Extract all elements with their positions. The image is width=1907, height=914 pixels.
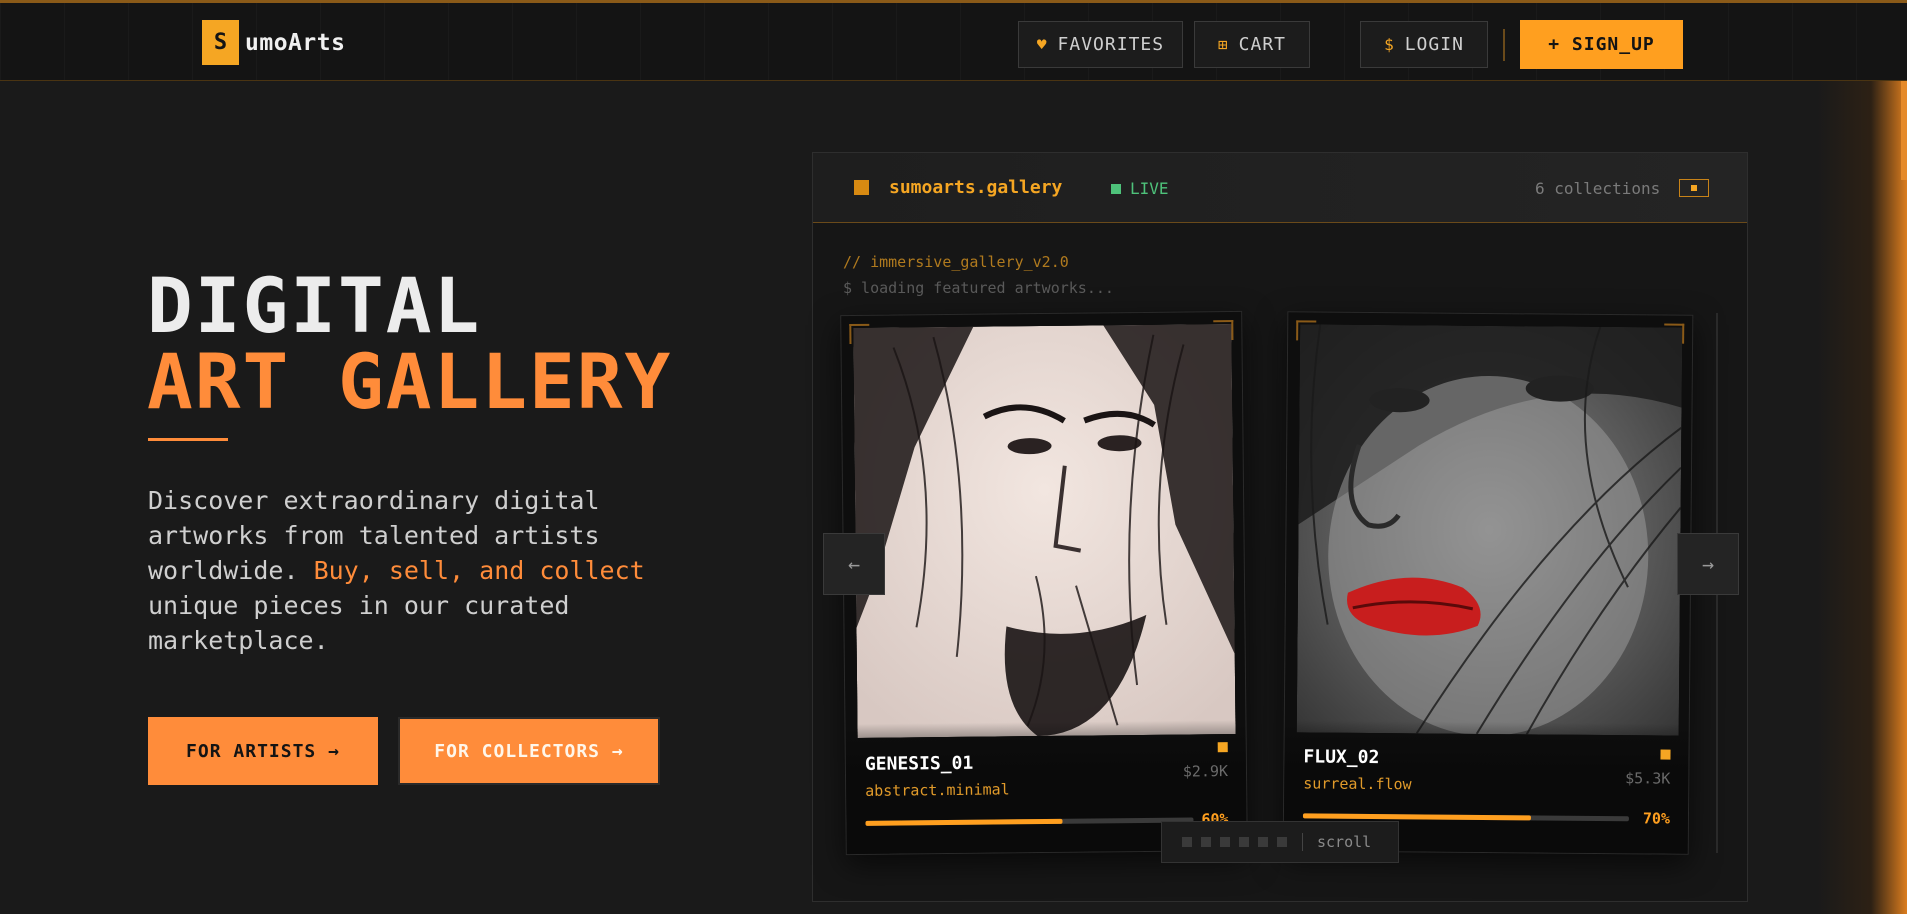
gallery-panel: sumoarts.gallery LIVE 6 collections // i… <box>812 152 1748 902</box>
next-arrow-button[interactable]: → <box>1677 533 1739 595</box>
favorites-button[interactable]: ♥ FAVORITES <box>1018 21 1183 68</box>
card-progress-fill <box>865 818 1063 826</box>
cart-button[interactable]: ⊞ CART <box>1194 21 1310 68</box>
hero-title: DIGITAL ART GALLERY <box>147 268 672 420</box>
hero-divider <box>148 438 228 441</box>
card-style: abstract.minimal <box>865 780 1010 800</box>
artwork-image-genesis <box>853 324 1236 738</box>
arrow-left-icon: ← <box>847 552 861 576</box>
card-title: FLUX_02 <box>1303 746 1380 769</box>
live-label: LIVE <box>1130 179 1169 198</box>
frame-corner <box>1664 323 1685 344</box>
for-collectors-button[interactable]: FOR COLLECTORS → <box>398 717 660 785</box>
pager-dot[interactable] <box>1239 837 1249 847</box>
card-price: $5.3K <box>1625 769 1671 788</box>
right-edge-glow <box>1817 0 1907 914</box>
artwork-card[interactable]: GENESIS_01 abstract.minimal $2.9K 60% <box>840 310 1248 856</box>
pager-dot[interactable] <box>1258 837 1268 847</box>
arrow-right-icon: → <box>1701 552 1715 576</box>
pager-dot[interactable] <box>1277 837 1287 847</box>
gallery-square-icon <box>854 180 869 195</box>
pager-label: scroll <box>1317 833 1372 851</box>
live-badge: LIVE <box>1111 179 1169 198</box>
logo-mark: S <box>202 20 239 65</box>
carousel-pager: scroll <box>1161 821 1399 863</box>
cart-label: CART <box>1238 34 1286 55</box>
hero-description: Discover extraordinary digital artworks … <box>148 483 678 658</box>
pager-dot[interactable] <box>1182 837 1192 847</box>
card-progress-label: 70% <box>1642 809 1671 828</box>
heart-icon: ♥ <box>1036 35 1048 54</box>
hero-title-line1: DIGITAL <box>147 261 482 350</box>
pager-dot[interactable] <box>1201 837 1211 847</box>
status-dot-icon <box>1217 742 1228 753</box>
collections-count: 6 collections <box>1535 179 1661 198</box>
code-comment: // immersive_gallery_v2.0 <box>843 253 1069 271</box>
login-label: LOGIN <box>1404 34 1464 55</box>
view-toggle-icon[interactable] <box>1679 179 1709 197</box>
logo-text: umoArts <box>245 29 346 56</box>
frame-corner <box>1213 320 1234 341</box>
card-progress-bar <box>865 817 1194 826</box>
card-style: surreal.flow <box>1303 774 1412 794</box>
hero-desc-highlight: Buy, sell, and collect <box>313 556 645 585</box>
live-dot-icon <box>1111 183 1121 194</box>
status-dot-icon <box>1660 749 1671 760</box>
pager-dot[interactable] <box>1220 837 1230 847</box>
card-price: $2.9K <box>1182 762 1229 781</box>
prev-arrow-button[interactable]: ← <box>823 533 885 595</box>
card-title: GENESIS_01 <box>864 752 974 775</box>
hero-desc-part2: unique pieces in our curated marketplace… <box>148 591 570 655</box>
top-navbar: S umoArts ♥ FAVORITES ⊞ CART $ LOGIN + S… <box>0 0 1907 81</box>
gallery-header: sumoarts.gallery LIVE 6 collections <box>813 153 1747 223</box>
nav-divider <box>1503 29 1505 61</box>
for-artists-button[interactable]: FOR ARTISTS → <box>148 717 378 785</box>
dollar-icon: $ <box>1384 35 1395 54</box>
signup-button[interactable]: + SIGN_UP <box>1520 20 1683 69</box>
artwork-image-flux <box>1296 324 1683 736</box>
login-button[interactable]: $ LOGIN <box>1360 21 1488 68</box>
gallery-title: sumoarts.gallery <box>889 177 1063 198</box>
cart-grid-icon: ⊞ <box>1218 35 1229 54</box>
frame-corner <box>849 323 870 345</box>
logo[interactable]: S umoArts <box>202 20 345 65</box>
hero-title-line2: ART GALLERY <box>147 337 673 426</box>
card-progress-fill <box>1302 813 1532 821</box>
favorites-label: FAVORITES <box>1057 34 1165 55</box>
pager-separator <box>1302 833 1303 851</box>
loading-text: $ loading featured artworks... <box>843 279 1114 297</box>
artwork-card[interactable]: FLUX_02 surreal.flow $5.3K 70% <box>1282 311 1694 855</box>
frame-corner <box>1296 320 1317 341</box>
